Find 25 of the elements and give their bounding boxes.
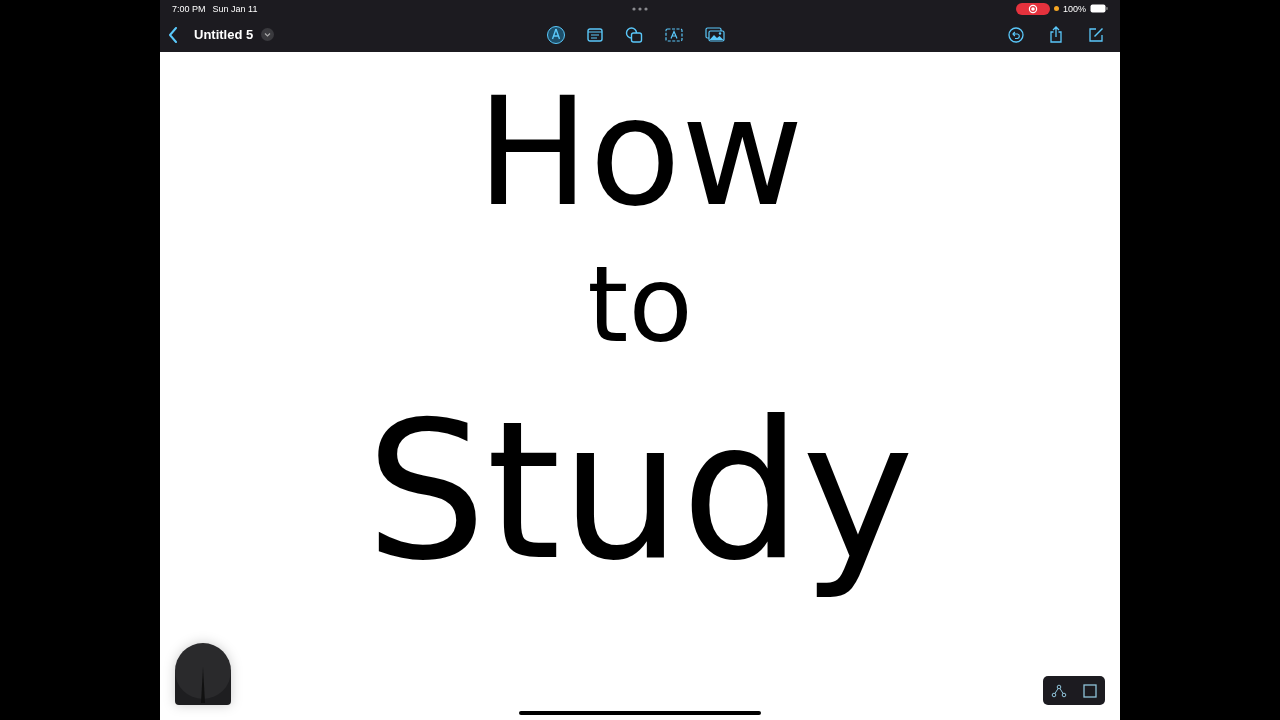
pen-tool-icon[interactable] bbox=[547, 25, 565, 44]
handwritten-text: How bbox=[476, 64, 804, 241]
handwritten-text: Study bbox=[365, 380, 915, 604]
sticky-note-icon[interactable] bbox=[587, 27, 603, 42]
chevron-down-icon[interactable] bbox=[261, 28, 275, 41]
compose-icon[interactable] bbox=[1088, 26, 1104, 43]
back-chevron-icon[interactable] bbox=[168, 26, 178, 43]
share-icon[interactable] bbox=[1049, 26, 1063, 43]
battery-icon bbox=[1090, 4, 1108, 13]
media-icon[interactable] bbox=[705, 27, 725, 42]
canvas-background[interactable]: How to Study bbox=[160, 52, 1120, 720]
more-dots-icon[interactable] bbox=[632, 6, 648, 11]
connection-points-icon[interactable] bbox=[1051, 683, 1067, 698]
undo-icon[interactable] bbox=[1008, 26, 1024, 43]
battery-percentage: 100% bbox=[1062, 3, 1086, 14]
indicator-dot-icon bbox=[1053, 6, 1059, 11]
status-date: Sun Jan 11 bbox=[212, 3, 258, 14]
document-title[interactable]: Untitled 5 bbox=[194, 27, 254, 42]
shapes-icon[interactable] bbox=[625, 26, 643, 43]
text-box-icon[interactable] bbox=[665, 27, 683, 42]
pencil-tool[interactable] bbox=[175, 643, 231, 705]
square-icon[interactable] bbox=[1083, 683, 1097, 698]
handwritten-text: to bbox=[587, 243, 693, 368]
status-time: 7:00 PM bbox=[172, 3, 206, 14]
screen-recording-icon[interactable] bbox=[1015, 2, 1050, 15]
